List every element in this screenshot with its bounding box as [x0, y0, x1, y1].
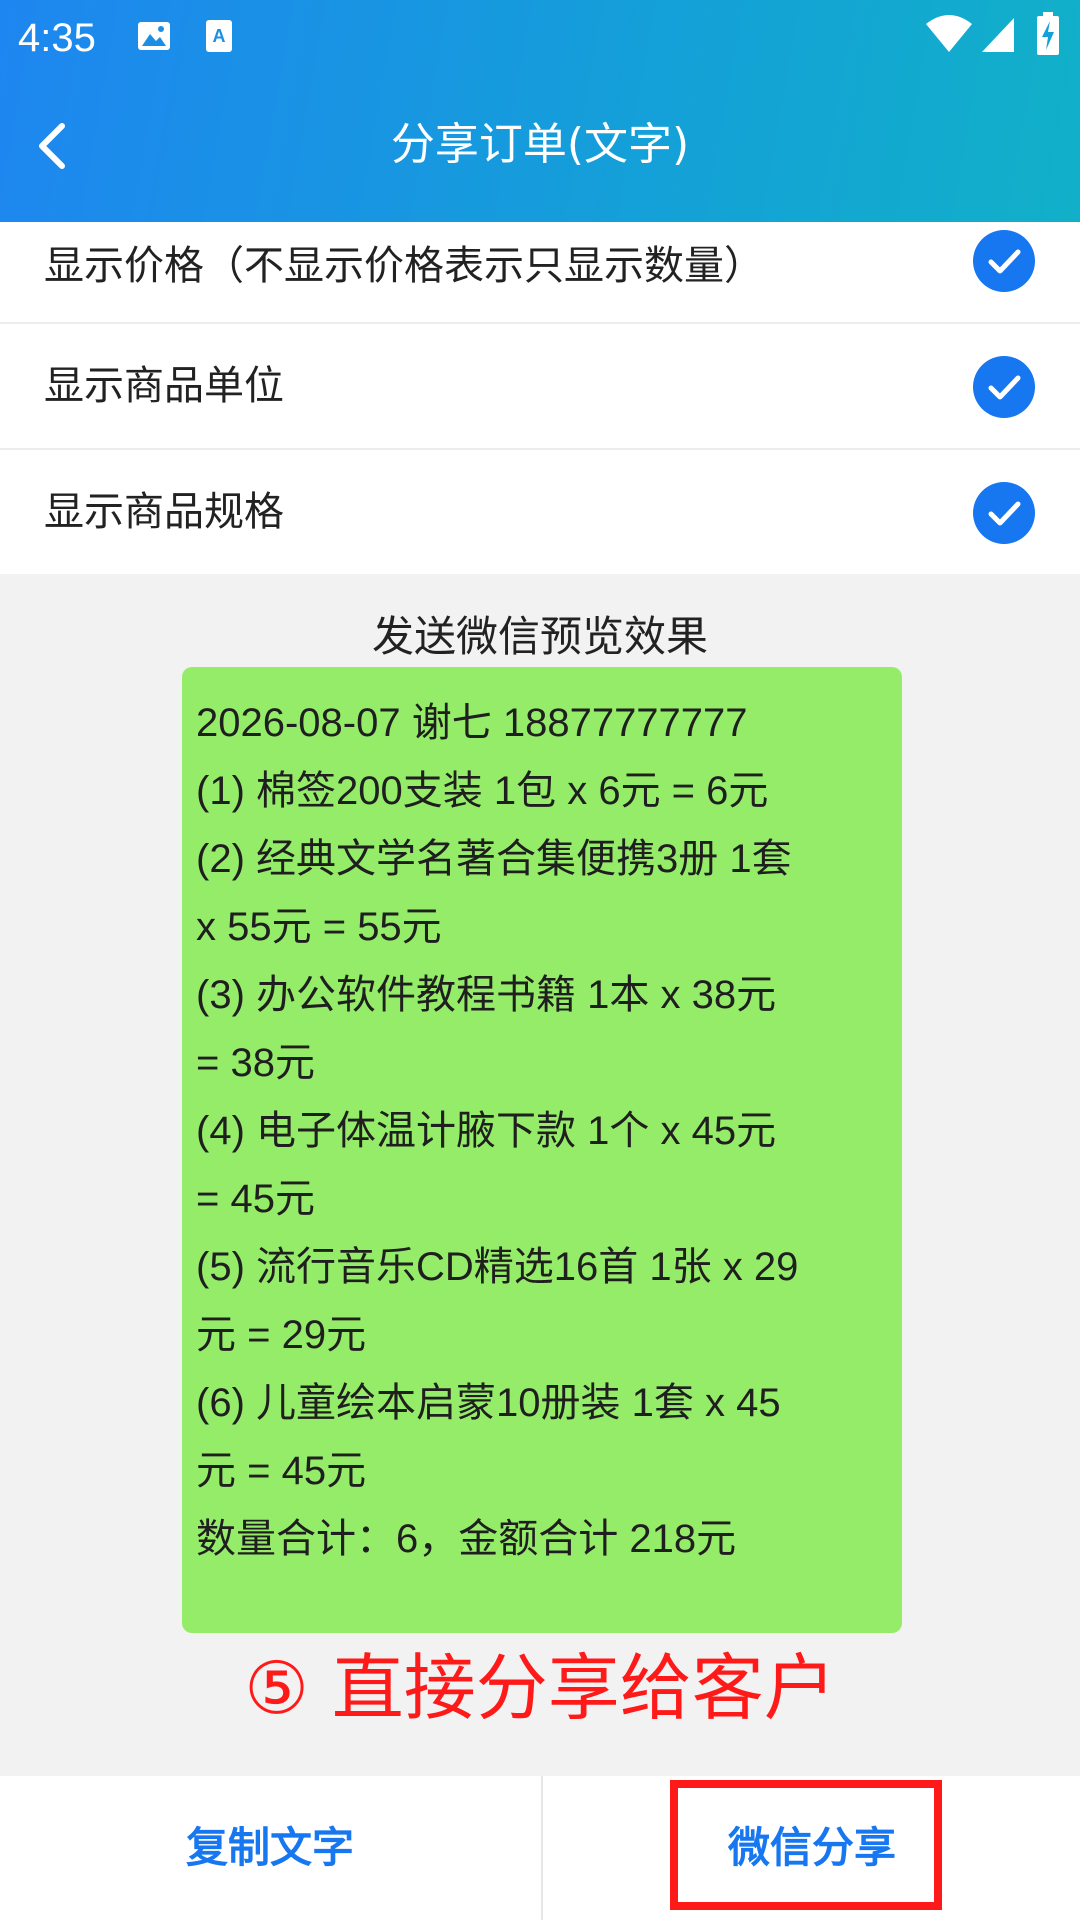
battery-icon: [1036, 12, 1060, 60]
preview-line: 2026-08-07 谢七 18877777777: [196, 701, 748, 745]
checkbox-checked-icon[interactable]: [973, 482, 1035, 544]
preview-line: (3) 办公软件教程书籍 1本 x 38元: [196, 973, 777, 1017]
preview-line: 元 = 45元: [196, 1449, 367, 1493]
preview-line: (6) 儿童绘本启蒙10册装 1套 x 45: [196, 1381, 781, 1425]
preview-line: (2) 经典文学名著合集便携3册 1套: [196, 837, 792, 881]
option-show-unit[interactable]: 显示商品单位: [0, 324, 1080, 450]
checkbox-checked-icon[interactable]: [973, 356, 1035, 418]
preview-title: 发送微信预览效果: [371, 612, 708, 661]
image-icon: [136, 18, 172, 58]
copy-text-button[interactable]: 复制文字: [0, 1776, 540, 1920]
preview-line: (5) 流行音乐CD精选16首 1张 x 29: [196, 1245, 799, 1289]
option-label: 显示价格（不显示价格表示只显示数量）: [44, 243, 764, 289]
preview-line: (4) 电子体温计腋下款 1个 x 45元: [196, 1109, 777, 1153]
annotation-text: ⑤ 直接分享给客户: [244, 1646, 836, 1730]
checkbox-checked-icon[interactable]: [973, 230, 1035, 292]
preview-line: (1) 棉签200支装 1包 x 6元 = 6元: [196, 769, 769, 813]
option-label: 显示商品单位: [44, 363, 284, 409]
preview-line: = 38元: [196, 1041, 315, 1085]
options-list: 显示价格（不显示价格表示只显示数量） 显示商品单位 显示商品规格: [0, 222, 1080, 574]
signal-icon: [980, 16, 1016, 58]
preview-line: 数量合计：6，金额合计 218元: [196, 1517, 737, 1561]
preview-line: 元 = 29元: [196, 1313, 367, 1357]
wifi-icon: [924, 14, 974, 58]
app-header: 4:35 A 分享订单(文字): [0, 0, 1080, 222]
preview-line: x 55元 = 55元: [196, 905, 442, 949]
text-icon: A: [204, 18, 234, 58]
preview-line: = 45元: [196, 1177, 315, 1221]
page-title: 分享订单(文字): [390, 119, 690, 170]
option-show-spec[interactable]: 显示商品规格: [0, 450, 1080, 574]
annotation-highlight-box: [670, 1780, 942, 1910]
status-bar: 4:35 A: [0, 0, 1080, 76]
svg-text:A: A: [213, 26, 226, 46]
preview-message-bubble: 2026-08-07 谢七 18877777777 (1) 棉签200支装 1包…: [182, 667, 902, 1633]
option-label: 显示商品规格: [44, 489, 284, 535]
option-show-price[interactable]: 显示价格（不显示价格表示只显示数量）: [0, 222, 1080, 324]
status-time: 4:35: [18, 16, 96, 60]
